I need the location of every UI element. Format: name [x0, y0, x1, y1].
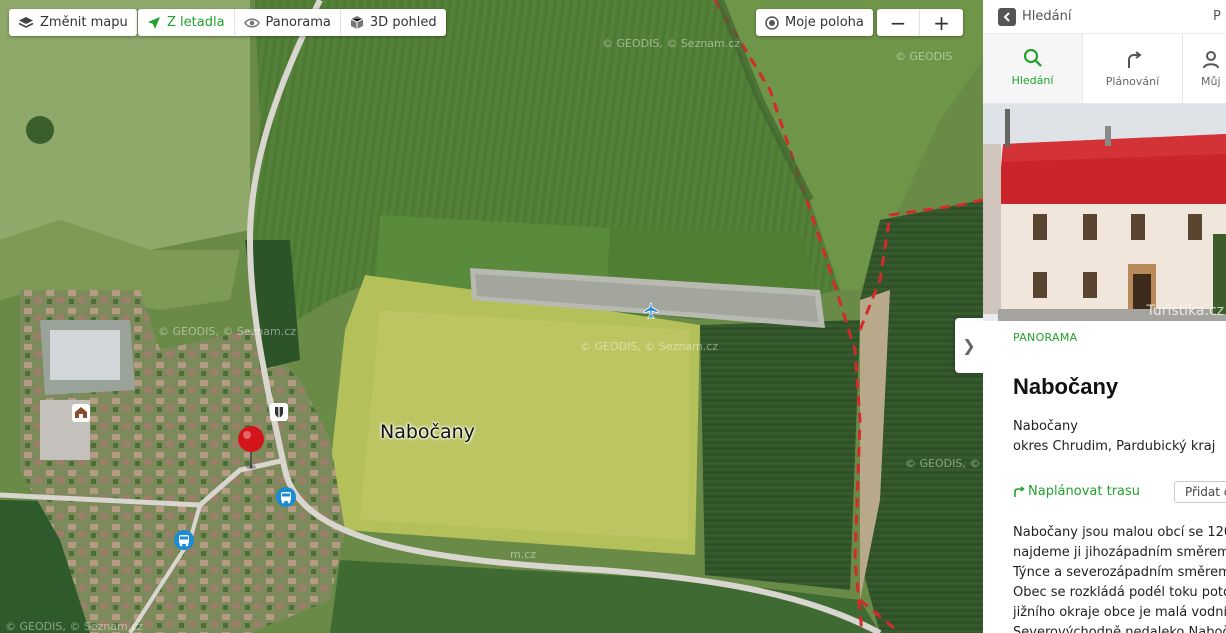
my-location-label: Moje poloha	[785, 15, 864, 30]
cube-icon	[350, 16, 364, 29]
back-button[interactable]	[998, 7, 1016, 26]
plan-route-link[interactable]: Naplánovat trasu	[1013, 484, 1140, 499]
description-line: jižního okraje obce je malá vodní	[1013, 605, 1226, 620]
map-copyright: © GEODIS, © Sezn	[905, 457, 983, 470]
back-label[interactable]: Hledání	[1022, 9, 1071, 24]
description-line: Týnce a severozápadním směrem	[1013, 565, 1226, 580]
building-icon[interactable]	[72, 404, 90, 426]
location-target-icon	[765, 15, 779, 30]
place-subtitle: Nabočany okres Chrudim, Pardubický kraj	[1013, 417, 1226, 457]
eye-icon	[243, 18, 260, 27]
description-line: najdeme ji jihozápadním směrem	[1013, 545, 1226, 560]
bus-stop-icon[interactable]	[276, 487, 296, 511]
description-line: Nabočany jsou malou obcí se 120	[1013, 525, 1226, 540]
map-place-label[interactable]: Nabočany	[380, 421, 475, 443]
view-panorama-button[interactable]: Panorama	[235, 9, 341, 36]
tab-planning[interactable]: Plánování	[1083, 34, 1183, 103]
place-actions: Naplánovat trasu Přidat c	[1013, 481, 1226, 505]
plan-route-label: Naplánovat trasu	[1028, 484, 1141, 499]
airport-icon[interactable]	[642, 302, 660, 324]
map-copyright: © GEODIS	[895, 50, 953, 63]
bus-stop-icon[interactable]	[174, 530, 194, 554]
layers-icon	[18, 16, 34, 28]
coat-of-arms-icon[interactable]	[270, 403, 288, 425]
building-photo	[983, 104, 1226, 321]
photo-credit: Turistika.cz	[1146, 303, 1224, 319]
panel-tabs: Hledání Plánování Můj	[983, 34, 1226, 104]
view-3d-label: 3D pohled	[369, 15, 437, 30]
zoom-control: − +	[877, 9, 963, 36]
view-3d-button[interactable]: 3D pohled	[341, 9, 446, 36]
map-copyright: m.cz	[510, 548, 537, 561]
plane-icon	[148, 16, 160, 29]
panel-header: Hledání P	[983, 0, 1226, 34]
place-title: Nabočany	[1013, 374, 1119, 399]
change-map-button[interactable]: Změnit mapu	[9, 9, 137, 36]
description-line: Obec se rozkládá podél toku poto	[1013, 585, 1226, 600]
tab-search[interactable]: Hledání	[983, 34, 1083, 103]
place-kind-label[interactable]: PANORAMA	[1013, 331, 1226, 344]
side-panel: Hledání P Hledání Plánování Můj Turistik…	[983, 0, 1226, 633]
change-map-label: Změnit mapu	[40, 15, 128, 30]
zoom-out-button[interactable]: −	[877, 9, 920, 36]
view-aerial-button[interactable]: Z letadla	[138, 9, 235, 36]
search-icon	[1023, 48, 1042, 67]
map-canvas[interactable]: © GEODIS, © Seznam.cz © GEODIS © GEODIS,…	[0, 0, 983, 633]
aerial-imagery	[0, 0, 983, 633]
route-icon	[1127, 51, 1142, 68]
place-name-line: Nabočany	[1013, 419, 1078, 434]
map-copyright: © GEODIS, © Seznam.cz	[158, 325, 297, 338]
view-panorama-label: Panorama	[265, 15, 331, 30]
tab-search-label: Hledání	[1011, 74, 1054, 87]
chevron-left-icon	[1003, 11, 1010, 22]
map-copyright: © GEODIS, © Seznam.cz	[5, 620, 144, 633]
panel-toggle-button[interactable]: ❯	[955, 318, 983, 373]
description-line: Severovýchodně nedaleko Naboč	[1013, 625, 1226, 633]
user-icon	[1203, 51, 1219, 69]
view-aerial-label: Z letadla	[167, 15, 225, 30]
tab-my-label: Můj	[1201, 75, 1221, 88]
location-pin-icon[interactable]	[235, 424, 267, 474]
place-region-line: okres Chrudim, Pardubický kraj	[1013, 439, 1216, 454]
view-switch: Z letadla Panorama 3D pohled	[138, 9, 446, 36]
zoom-in-button[interactable]: +	[920, 9, 963, 36]
place-description: Nabočany jsou malou obcí se 120 najdeme …	[1013, 523, 1226, 633]
panel-header-right-text[interactable]: P	[1213, 9, 1221, 24]
map-copyright: © GEODIS, © Seznam.cz	[580, 340, 719, 353]
tab-my[interactable]: Můj	[1183, 34, 1226, 103]
map-copyright: © GEODIS, © Seznam.cz	[602, 37, 741, 50]
route-arrow-icon	[1014, 485, 1025, 497]
my-location-button[interactable]: Moje poloha	[756, 9, 873, 36]
add-button[interactable]: Přidat c	[1174, 481, 1226, 503]
place-photo[interactable]: Turistika.cz	[983, 104, 1226, 321]
tab-planning-label: Plánování	[1105, 75, 1160, 88]
